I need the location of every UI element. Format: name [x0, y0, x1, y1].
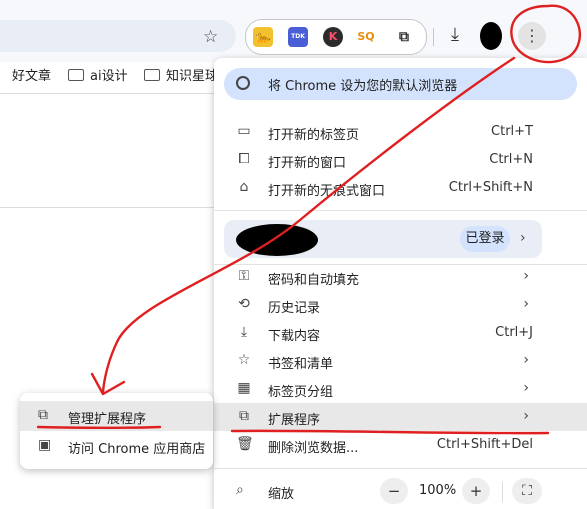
- chevron-right-icon: ›: [523, 296, 529, 312]
- chevron-right-icon: ›: [520, 230, 526, 246]
- bookmark-folder[interactable]: 知识星球: [144, 65, 218, 84]
- extension-k-icon[interactable]: K: [323, 27, 343, 47]
- chrome-icon: [236, 76, 250, 90]
- new-tab-icon: ▭: [237, 123, 251, 139]
- new-window-icon: ⧠: [238, 151, 250, 167]
- menu-item-shortcut: Ctrl+Shift+Del: [436, 437, 533, 452]
- menu-item-extensions[interactable]: ⧉ 扩展程序 ›: [214, 403, 587, 431]
- menu-item-new-incognito[interactable]: ⌂ 打开新的无痕式窗口 Ctrl+Shift+N: [214, 174, 587, 202]
- bookmark-star-icon[interactable]: ☆: [203, 27, 218, 47]
- folder-icon: [68, 69, 84, 81]
- extensions-puzzle-icon[interactable]: ⧉: [394, 27, 414, 47]
- extension-sq-icon[interactable]: SQ: [356, 27, 376, 47]
- store-icon: ▣: [38, 437, 52, 453]
- zoom-in-button[interactable]: +: [462, 478, 490, 504]
- set-default-browser-button[interactable]: 将 Chrome 设为您的默认浏览器: [224, 68, 577, 100]
- menu-item-new-tab[interactable]: ▭ 打开新的标签页 Ctrl+T: [214, 118, 587, 146]
- menu-item-shortcut: Ctrl+Shift+N: [448, 180, 533, 195]
- page-divider: [0, 93, 214, 94]
- bookmark-label: ai设计: [90, 69, 128, 84]
- trash-icon: 🗑: [236, 436, 254, 452]
- submenu-item-manage-extensions[interactable]: ⧉ 管理扩展程序: [20, 401, 213, 431]
- bookmark-item[interactable]: 好文章: [12, 65, 51, 84]
- menu-item-downloads[interactable]: ⤓ 下载内容 Ctrl+J: [214, 319, 587, 347]
- menu-divider: [214, 210, 587, 211]
- download-icon: ⤓: [240, 324, 248, 340]
- folder-icon: [144, 69, 160, 81]
- bookmark-folder[interactable]: ai设计: [68, 65, 128, 84]
- menu-item-shortcut: Ctrl+J: [495, 325, 533, 340]
- download-icon[interactable]: ⤓: [451, 24, 459, 45]
- menu-item-label: 扩展程序: [268, 413, 321, 428]
- puzzle-icon: ⧉: [239, 408, 249, 424]
- menu-item-new-window[interactable]: ⧠ 打开新的窗口 Ctrl+N: [214, 146, 587, 174]
- submenu-item-label: 访问 Chrome 应用商店: [68, 442, 206, 457]
- zoom-level: 100%: [419, 483, 457, 498]
- submenu-item-web-store[interactable]: ▣ 访问 Chrome 应用商店: [20, 431, 213, 461]
- fullscreen-button[interactable]: ⛶: [512, 478, 542, 504]
- chevron-right-icon: ›: [523, 352, 529, 368]
- address-bar[interactable]: [0, 20, 236, 52]
- extension-1-icon[interactable]: 🐆: [253, 27, 273, 47]
- chrome-main-menu: 将 Chrome 设为您的默认浏览器 ▭ 打开新的标签页 Ctrl+T ⧠ 打开…: [214, 58, 587, 509]
- bookmark-label: 知识星球: [166, 69, 219, 84]
- zoom-out-button[interactable]: −: [380, 478, 408, 504]
- menu-item-label: 删除浏览数据...: [268, 441, 359, 456]
- chevron-right-icon: ›: [523, 408, 529, 424]
- key-icon: ⚿: [238, 268, 250, 284]
- zoom-label: 缩放: [268, 487, 295, 502]
- history-icon: ⟲: [238, 296, 250, 312]
- zoom-icon: ⌕: [236, 482, 244, 498]
- profile-row[interactable]: 已登录 ›: [224, 220, 542, 258]
- signed-in-badge: 已登录: [460, 226, 510, 252]
- profile-name-redacted: [236, 224, 318, 256]
- menu-item-tab-groups[interactable]: ▦ 标签页分组 ›: [214, 375, 587, 403]
- chevron-right-icon: ›: [523, 268, 529, 284]
- menu-item-label: 打开新的标签页: [268, 128, 360, 143]
- menu-item-history[interactable]: ⟲ 历史记录 ›: [214, 291, 587, 319]
- puzzle-icon: ⧉: [38, 407, 48, 423]
- set-default-label: 将 Chrome 设为您的默认浏览器: [268, 79, 458, 94]
- menu-item-label: 打开新的无痕式窗口: [268, 184, 386, 199]
- extension-tdk-icon[interactable]: TDK: [288, 27, 308, 47]
- menu-item-clear-data[interactable]: 🗑 删除浏览数据... Ctrl+Shift+Del: [214, 431, 587, 459]
- tab-groups-icon: ▦: [237, 380, 251, 396]
- menu-item-label: 标签页分组: [268, 385, 334, 400]
- zoom-separator: [502, 482, 503, 502]
- menu-item-shortcut: Ctrl+T: [491, 124, 533, 139]
- menu-item-label: 历史记录: [268, 301, 321, 316]
- menu-item-label: 书签和清单: [268, 357, 334, 372]
- zoom-row: ⌕ 缩放 − 100% + ⛶: [214, 476, 587, 506]
- extensions-submenu: ⧉ 管理扩展程序 ▣ 访问 Chrome 应用商店: [20, 393, 213, 469]
- star-icon: ☆: [237, 352, 251, 368]
- menu-item-passwords[interactable]: ⚿ 密码和自动填充 ›: [214, 263, 587, 291]
- menu-item-label: 打开新的窗口: [268, 156, 347, 171]
- toolbar-separator: [433, 28, 434, 46]
- browser-toolbar: ☆ 🐆 TDK K SQ ⧉ ⤓ ⋮: [0, 0, 587, 62]
- menu-item-label: 下载内容: [268, 329, 321, 344]
- extensions-bar: 🐆 TDK K SQ ⧉: [245, 19, 427, 55]
- chrome-menu-button[interactable]: ⋮: [518, 22, 546, 50]
- incognito-icon: ⌂: [239, 179, 249, 195]
- chevron-right-icon: ›: [523, 380, 529, 396]
- menu-item-label: 密码和自动填充: [268, 273, 360, 288]
- submenu-item-label: 管理扩展程序: [68, 412, 147, 427]
- menu-item-shortcut: Ctrl+N: [489, 152, 533, 167]
- menu-divider: [214, 468, 587, 469]
- annotation-arrowhead: [90, 372, 126, 396]
- page-divider: [0, 207, 214, 208]
- profile-avatar[interactable]: [480, 22, 502, 50]
- bookmark-label: 好文章: [12, 69, 52, 84]
- menu-item-bookmarks[interactable]: ☆ 书签和清单 ›: [214, 347, 587, 375]
